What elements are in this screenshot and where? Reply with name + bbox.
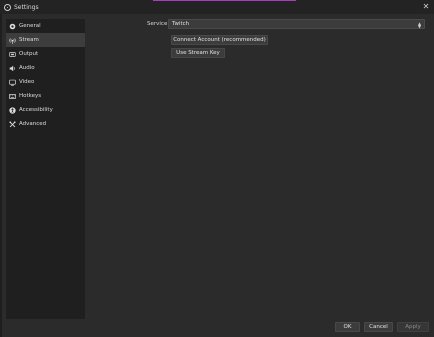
title-accent-line — [153, 0, 296, 1]
ok-button[interactable]: OK — [335, 322, 360, 332]
app-logo-icon — [4, 3, 11, 11]
antenna-icon — [9, 37, 16, 44]
sidebar-item-label: Stream — [19, 37, 39, 43]
title-bar: Settings ✕ — [0, 0, 434, 14]
accessibility-icon — [9, 106, 16, 114]
sidebar-item-label: Output — [19, 51, 39, 57]
sidebar-item-stream[interactable]: Stream — [6, 33, 85, 47]
service-select[interactable]: Twitch ▲ ▼ — [168, 19, 425, 29]
settings-window: Settings ✕ General Stream Output Audio V… — [0, 0, 434, 337]
sidebar-item-label: Video — [19, 79, 35, 85]
left-edge — [0, 14, 2, 337]
sidebar-item-hotkeys[interactable]: Hotkeys — [6, 89, 85, 103]
gear-icon — [9, 23, 16, 30]
service-select-value: Twitch — [172, 21, 190, 27]
sidebar-item-label: Accessibility — [19, 107, 53, 113]
sidebar-item-accessibility[interactable]: Accessibility — [6, 103, 85, 117]
sidebar-item-advanced[interactable]: Advanced — [6, 117, 85, 131]
settings-sidebar: General Stream Output Audio Video Hotkey… — [6, 19, 85, 319]
connect-account-button[interactable]: Connect Account (recommended) — [171, 35, 268, 45]
sidebar-item-video[interactable]: Video — [6, 75, 85, 89]
speaker-icon — [9, 65, 16, 72]
wrench-icon — [9, 120, 16, 128]
close-icon[interactable]: ✕ — [422, 2, 430, 11]
output-icon — [9, 51, 16, 58]
sidebar-item-label: Advanced — [19, 121, 47, 127]
cancel-button[interactable]: Cancel — [364, 322, 393, 332]
monitor-icon — [9, 79, 16, 86]
sidebar-item-output[interactable]: Output — [6, 47, 85, 61]
sidebar-item-general[interactable]: General — [6, 19, 85, 33]
sidebar-item-audio[interactable]: Audio — [6, 61, 85, 75]
sidebar-item-label: Audio — [19, 65, 35, 71]
select-arrows-icon: ▲ ▼ — [417, 20, 422, 29]
window-title: Settings — [14, 3, 39, 11]
keyboard-icon — [9, 93, 16, 100]
sidebar-item-label: Hotkeys — [19, 93, 42, 99]
service-label: Service — [147, 21, 168, 27]
use-stream-key-button[interactable]: Use Stream Key — [171, 48, 225, 58]
apply-button[interactable]: Apply — [397, 322, 429, 332]
sidebar-item-label: General — [19, 23, 41, 29]
